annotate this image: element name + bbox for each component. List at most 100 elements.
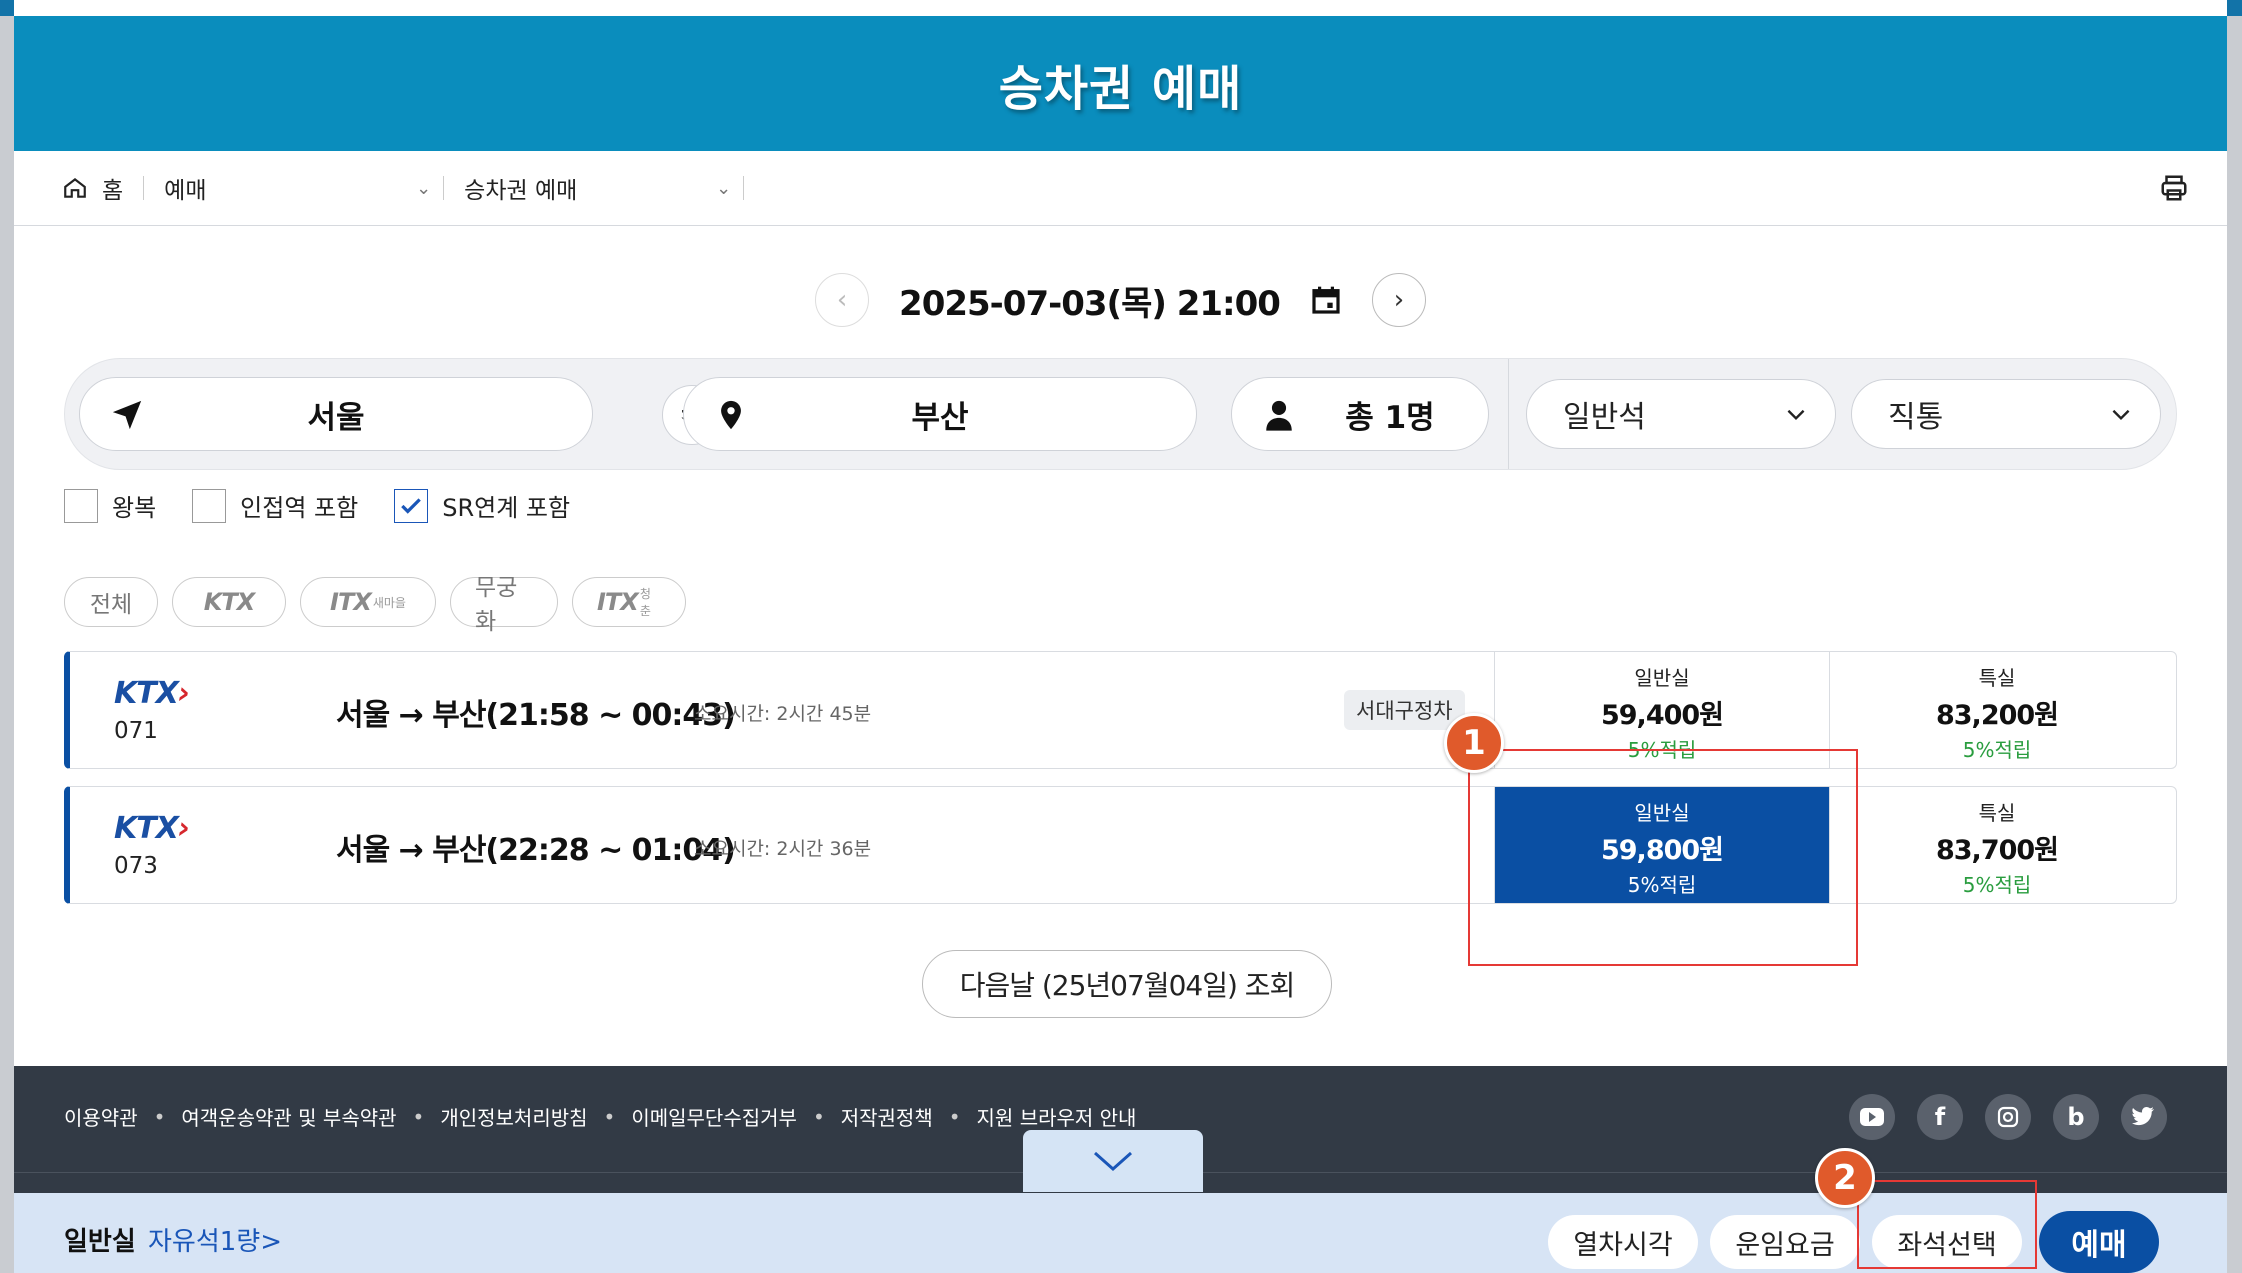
train-row[interactable]: KTX› 073 서울 → 부산(22:28 ~ 01:04) 소요시간: 2시… — [64, 786, 2177, 904]
itx-logo: ITX — [330, 588, 372, 616]
seat-points: 5%적립 — [1962, 873, 2032, 897]
ktx-logo: KTX› — [114, 676, 190, 711]
seat-class-label: 특실 — [1978, 666, 2016, 690]
next-date-button[interactable]: › — [1371, 273, 1426, 327]
book-button[interactable]: 예매 — [2039, 1211, 2159, 1273]
blog-icon[interactable]: b — [2053, 1094, 2099, 1140]
timetable-button[interactable]: 열차시각 — [1548, 1215, 1698, 1269]
youtube-icon[interactable] — [1849, 1094, 1895, 1140]
annotation-marker-2: 2 — [1815, 1148, 1875, 1208]
roundtrip-label: 왕복 — [112, 494, 157, 522]
departure-arrow-icon — [112, 400, 142, 430]
seat-class-label: 특실 — [1978, 801, 2016, 825]
special-seat-option[interactable]: 특실 83,200원 5%적립 — [1829, 652, 2164, 768]
facebook-icon[interactable]: f — [1917, 1094, 1963, 1140]
next-day-search-button[interactable]: 다음날 (25년07월04일) 조회 — [922, 950, 1332, 1018]
home-icon — [64, 177, 86, 198]
route-type-dropdown[interactable]: 직통 — [1851, 379, 2161, 449]
footer-link-browser[interactable]: 지원 브라우저 안내 — [977, 1102, 1137, 1131]
footer-links: 이용약관 • 여객운송약관 및 부속약관 • 개인정보처리방침 • 이메일무단수… — [64, 1102, 1136, 1131]
annotation-box-1 — [1468, 749, 1858, 966]
page-title: 승차권 예매 — [998, 60, 1243, 117]
ktx-logo: KTX — [203, 588, 255, 616]
instagram-icon[interactable] — [1985, 1094, 2031, 1140]
prev-date-button[interactable]: ‹ — [815, 273, 870, 327]
itx-logo: ITX — [597, 588, 639, 616]
roundtrip-checkbox[interactable]: 왕복 — [64, 488, 156, 523]
checkbox-box-checked[interactable] — [394, 488, 429, 523]
adjacent-station-checkbox[interactable]: 인접역 포함 — [192, 488, 358, 523]
person-icon — [1266, 400, 1292, 431]
origin-field[interactable]: 서울 — [79, 377, 593, 451]
filter-ktx[interactable]: KTX — [172, 577, 286, 627]
breadcrumb: 홈 예매 ⌄ 승차권 예매 ⌄ — [14, 151, 2227, 226]
breadcrumb-home[interactable]: 홈 — [62, 176, 145, 204]
separator-dot: • — [812, 1104, 825, 1129]
footer-link-privacy[interactable]: 개인정보처리방침 — [440, 1102, 587, 1131]
print-icon[interactable] — [2159, 173, 2189, 203]
footer-link-carriage-terms[interactable]: 여객운송약관 및 부속약관 — [181, 1102, 396, 1131]
train-brand: KTX — [114, 811, 179, 846]
itx-cheongchun-sub: 청춘 — [639, 587, 651, 618]
breadcrumb-level1-label: 예매 — [164, 178, 207, 204]
separator-dot: • — [412, 1104, 425, 1129]
seat-price: 83,200원 — [1935, 700, 2059, 731]
page-header: 승차권 예매 — [14, 16, 2227, 151]
train-route: 서울 → 부산(21:58 ~ 00:43) — [336, 698, 736, 733]
filter-all[interactable]: 전체 — [64, 577, 158, 627]
search-bar: 서울 부산 총 1명 일반석 직통 — [64, 358, 2177, 470]
social-links: f b — [1849, 1094, 2167, 1140]
ktx-logo: KTX› — [114, 811, 190, 846]
footer-link-email-policy[interactable]: 이메일무단수집거부 — [631, 1102, 797, 1131]
seat-class-dropdown[interactable]: 일반석 — [1526, 379, 1836, 449]
seat-class-value: 일반석 — [1563, 400, 1646, 435]
breadcrumb-level1-select[interactable]: 예매 ⌄ — [144, 176, 445, 204]
stop-badge: 서대구정차 — [1344, 690, 1465, 730]
train-route: 서울 → 부산(22:28 ~ 01:04) — [336, 833, 736, 868]
train-brand: KTX — [114, 676, 179, 711]
free-seat-link[interactable]: 자유석1량> — [148, 1221, 282, 1258]
sr-link-checkbox[interactable]: SR연계 포함 — [394, 488, 570, 523]
destination-field[interactable]: 부산 — [683, 377, 1197, 451]
special-seat-option[interactable]: 특실 83,700원 5%적립 — [1829, 787, 2164, 903]
selected-datetime[interactable]: 2025-07-03(목) 21:00 — [899, 276, 1281, 325]
footer-link-copyright[interactable]: 저작권정책 — [841, 1102, 933, 1131]
train-type-filters: 전체 KTX ITX 새마을 무궁화 ITX 청춘 — [64, 575, 686, 635]
checkbox-box[interactable] — [64, 488, 98, 523]
breadcrumb-level2-label: 승차권 예매 — [464, 178, 578, 204]
seat-class-label: 일반실 — [1634, 666, 1690, 690]
train-number: 073 — [114, 853, 158, 879]
seat-price: 83,700원 — [1935, 835, 2059, 866]
adjacent-station-label: 인접역 포함 — [240, 494, 359, 522]
divider — [1508, 359, 1509, 469]
breadcrumb-level2-select[interactable]: 승차권 예매 ⌄ — [444, 176, 745, 204]
filter-mugunghwa[interactable]: 무궁화 — [450, 575, 558, 635]
separator-dot: • — [153, 1104, 166, 1129]
calendar-icon[interactable] — [1310, 284, 1342, 316]
filter-itx-saemaeul[interactable]: ITX 새마을 — [300, 577, 436, 627]
filter-mugunghwa-label: 무궁화 — [475, 575, 518, 635]
annotation-marker-1: 1 — [1444, 713, 1504, 773]
itx-saemaeul-sub: 새마을 — [372, 595, 406, 610]
train-row[interactable]: KTX› 071 서울 → 부산(21:58 ~ 00:43) 소요시간: 2시… — [64, 651, 2177, 769]
fare-button[interactable]: 운임요금 — [1710, 1215, 1860, 1269]
train-duration: 소요시간: 2시간 36분 — [694, 838, 872, 860]
footer-link-terms[interactable]: 이용약관 — [64, 1102, 138, 1131]
page-frame: 승차권 예매 홈 예매 ⌄ 승차권 예매 ⌄ ‹ 2025-07-03(목) 2… — [14, 0, 2227, 1273]
chevron-down-icon — [1787, 409, 1805, 421]
checkbox-box[interactable] — [192, 488, 227, 523]
check-icon — [401, 497, 422, 514]
chevron-down-icon: ⌄ — [716, 177, 732, 199]
chevron-left-icon: ‹ — [836, 285, 848, 315]
chevron-down-icon — [1094, 1151, 1132, 1172]
train-duration: 소요시간: 2시간 45분 — [694, 703, 872, 725]
sr-link-label: SR연계 포함 — [442, 494, 571, 522]
origin-value: 서울 — [307, 399, 365, 436]
passenger-field[interactable]: 총 1명 — [1231, 377, 1489, 451]
train-number: 071 — [114, 718, 158, 744]
route-type-value: 직통 — [1888, 400, 1944, 435]
expand-panel-button[interactable] — [1023, 1130, 1203, 1192]
location-pin-icon — [721, 400, 741, 430]
twitter-icon[interactable] — [2121, 1094, 2167, 1140]
filter-itx-cheongchun[interactable]: ITX 청춘 — [572, 577, 686, 627]
